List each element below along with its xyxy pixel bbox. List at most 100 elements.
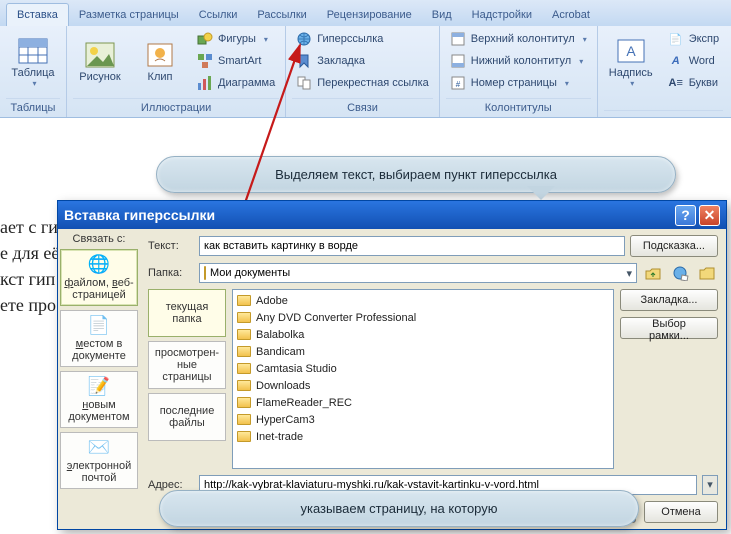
tab-insert[interactable]: Вставка — [6, 3, 69, 26]
target-frame-button[interactable]: Выбор рамки... — [620, 317, 718, 339]
smartart-icon — [197, 53, 213, 69]
dropcap-button[interactable]: A≡Букви — [664, 73, 723, 93]
header-label: Верхний колонтитул — [471, 33, 575, 45]
folder-icon — [237, 329, 251, 340]
text-label: Текст: — [148, 240, 194, 252]
pagenum-button[interactable]: #Номер страницы▾ — [446, 73, 591, 93]
chart-button[interactable]: Диаграмма — [193, 73, 279, 93]
list-item[interactable]: HyperCam3 — [237, 411, 609, 428]
hyperlink-dialog: Вставка гиперссылки ? ✕ Связать с: 🌐 фай… — [57, 200, 727, 530]
tab-recent-files[interactable]: последние файлы — [148, 393, 226, 441]
dialog-close-button[interactable]: ✕ — [699, 205, 720, 226]
picture-button[interactable]: Рисунок — [73, 28, 127, 94]
group-illustrations: Рисунок Клип Фигуры▾ SmartArt Диаграмма … — [67, 26, 286, 117]
table-icon — [17, 35, 49, 67]
file-name: Balabolka — [256, 329, 304, 341]
new-doc-icon: 📝 — [88, 376, 110, 397]
picture-label: Рисунок — [79, 71, 121, 83]
folder-icon — [237, 431, 251, 442]
quickparts-label: Экспр — [689, 33, 719, 45]
globe-page-icon: 🌐 — [88, 254, 110, 275]
file-name: Downloads — [256, 380, 310, 392]
linkto-place-doc[interactable]: 📄 местом в документе — [60, 310, 138, 367]
group-tables: Таблица▾ Таблицы — [0, 26, 67, 117]
cancel-button[interactable]: Отмена — [644, 501, 718, 523]
list-item[interactable]: Adobe — [237, 292, 609, 309]
tab-page-layout[interactable]: Разметка страницы — [69, 4, 189, 26]
dialog-help-button[interactable]: ? — [675, 205, 696, 226]
list-item[interactable]: Downloads — [237, 377, 609, 394]
bookmark-dialog-button[interactable]: Закладка... — [620, 289, 718, 311]
tab-mailings[interactable]: Рассылки — [247, 4, 316, 26]
file-name: Camtasia Studio — [256, 363, 337, 375]
smartart-button[interactable]: SmartArt — [193, 51, 279, 71]
tab-view[interactable]: Вид — [422, 4, 462, 26]
crossref-button[interactable]: Перекрестная ссылка — [292, 73, 433, 93]
footer-button[interactable]: Нижний колонтитул▾ — [446, 51, 591, 71]
annotation-callout-2: указываем страницу, на которую — [159, 490, 639, 527]
tab-current-folder[interactable]: текущая папка — [148, 289, 226, 337]
list-item[interactable]: Inet-trade — [237, 428, 609, 445]
tab-browsed-pages[interactable]: просмотрен-ные страницы — [148, 341, 226, 389]
file-name: Adobe — [256, 295, 288, 307]
ribbon-body: Таблица▾ Таблицы Рисунок Клип Фигуры▾ Sm… — [0, 26, 731, 118]
folder-icon — [237, 380, 251, 391]
linkto-email[interactable]: ✉️ электронной почтой — [60, 432, 138, 489]
file-list[interactable]: Adobe Any DVD Converter Professional Balab… — [232, 289, 614, 469]
shapes-icon — [197, 31, 213, 47]
picture-icon — [84, 39, 116, 71]
dialog-titlebar[interactable]: Вставка гиперссылки ? ✕ — [58, 201, 726, 229]
footer-label: Нижний колонтитул — [471, 55, 571, 67]
linkto-new-label: новым документом — [63, 399, 135, 423]
list-item[interactable]: Bandicam — [237, 343, 609, 360]
tab-links[interactable]: Ссылки — [189, 4, 248, 26]
doc-target-icon: 📄 — [88, 315, 110, 336]
shapes-label: Фигуры — [218, 33, 256, 45]
table-label: Таблица — [11, 67, 54, 79]
quickparts-button[interactable]: 📄Экспр — [664, 29, 723, 49]
list-item[interactable]: FlameReader_REC — [237, 394, 609, 411]
table-button[interactable]: Таблица▾ — [6, 28, 60, 94]
linkto-file-web[interactable]: 🌐 файлом, веб-страницей — [60, 249, 138, 306]
list-item[interactable]: Any DVD Converter Professional — [237, 309, 609, 326]
folder-icon — [237, 346, 251, 357]
textbox-button[interactable]: A Надпись▾ — [604, 28, 658, 94]
tab-review[interactable]: Рецензирование — [317, 4, 422, 26]
email-icon: ✉️ — [88, 437, 110, 458]
tooltip-button[interactable]: Подсказка... — [630, 235, 718, 257]
footer-icon — [450, 53, 466, 69]
folder-icon — [237, 363, 251, 374]
list-item[interactable]: Camtasia Studio — [237, 360, 609, 377]
textbox-icon: A — [615, 35, 647, 67]
browse-tabs: текущая папка просмотрен-ные страницы по… — [148, 289, 226, 469]
tab-acrobat[interactable]: Acrobat — [542, 4, 600, 26]
ribbon-tabs: Вставка Разметка страницы Ссылки Рассылк… — [0, 0, 731, 26]
up-folder-button[interactable] — [642, 263, 664, 283]
group-hf-title: Колонтитулы — [446, 98, 591, 117]
browse-web-button[interactable] — [669, 263, 691, 283]
group-header-footer: Верхний колонтитул▾ Нижний колонтитул▾ #… — [440, 26, 598, 117]
linkto-file-web-label: файлом, веб-страницей — [63, 277, 135, 301]
bookmark-button[interactable]: Закладка — [292, 51, 433, 71]
file-name: FlameReader_REC — [256, 397, 352, 409]
folder-icon — [237, 312, 251, 323]
chart-icon — [197, 75, 213, 91]
header-icon — [450, 31, 466, 47]
folder-label: Папка: — [148, 267, 194, 279]
shapes-button[interactable]: Фигуры▾ — [193, 29, 279, 49]
text-input[interactable] — [199, 236, 625, 256]
list-item[interactable]: Balabolka — [237, 326, 609, 343]
clip-icon — [144, 39, 176, 71]
tab-addins[interactable]: Надстройки — [462, 4, 542, 26]
folder-icon — [237, 397, 251, 408]
linkto-place-label: местом в документе — [63, 338, 135, 362]
header-button[interactable]: Верхний колонтитул▾ — [446, 29, 591, 49]
folder-dropdown[interactable]: Мои документы ▾ — [199, 263, 637, 283]
dropcap-icon: A≡ — [668, 75, 684, 91]
wordart-button[interactable]: AWord — [664, 51, 723, 71]
hyperlink-button[interactable]: Гиперссылка — [292, 29, 433, 49]
browse-file-button[interactable] — [696, 263, 718, 283]
address-dropdown-icon[interactable]: ▾ — [702, 475, 718, 495]
clip-button[interactable]: Клип — [133, 28, 187, 94]
linkto-new-doc[interactable]: 📝 новым документом — [60, 371, 138, 428]
